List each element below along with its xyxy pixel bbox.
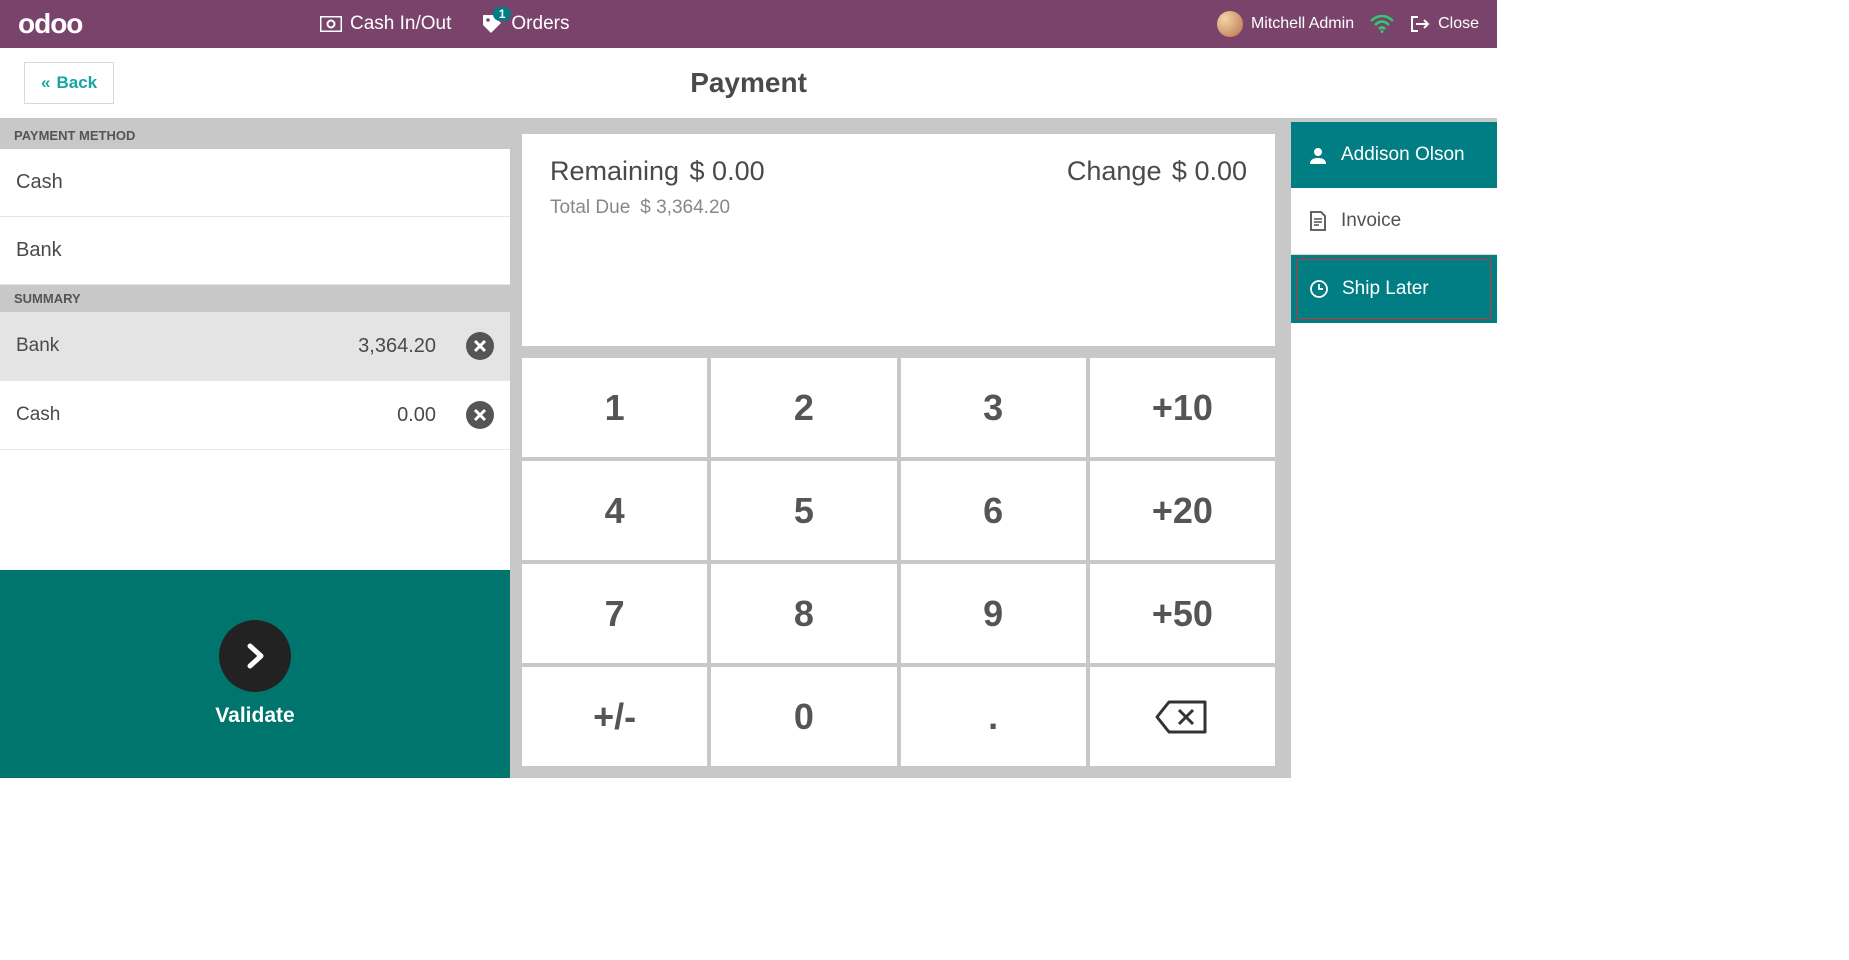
chevron-right-icon — [219, 620, 291, 692]
orders-icon-wrap: 1 — [481, 13, 503, 35]
ship-later-button[interactable]: Ship Later — [1291, 255, 1497, 323]
user-name-label: Mitchell Admin — [1251, 15, 1354, 33]
remaining-label: Remaining — [550, 156, 679, 186]
document-icon — [1309, 211, 1327, 231]
page-title: Payment — [690, 67, 807, 99]
numpad-dot[interactable]: . — [901, 667, 1086, 766]
user-menu[interactable]: Mitchell Admin — [1217, 11, 1354, 37]
close-icon — [473, 408, 487, 422]
left-column: PAYMENT METHOD Cash Bank SUMMARY Bank 3,… — [0, 122, 510, 778]
numpad-5[interactable]: 5 — [711, 461, 896, 560]
numpad-plus50[interactable]: +50 — [1090, 564, 1275, 663]
summary-header: SUMMARY — [0, 285, 510, 312]
customer-name: Addison Olson — [1341, 144, 1465, 166]
numpad-6[interactable]: 6 — [901, 461, 1086, 560]
numpad-1[interactable]: 1 — [522, 358, 707, 457]
header-right: Mitchell Admin Close — [1217, 11, 1479, 37]
summary-amount: 3,364.20 — [358, 335, 436, 358]
user-icon — [1309, 146, 1327, 164]
clock-icon — [1310, 280, 1328, 298]
numpad-plus20[interactable]: +20 — [1090, 461, 1275, 560]
cash-in-out-button[interactable]: Cash In/Out — [320, 13, 451, 35]
orders-badge: 1 — [493, 7, 512, 21]
close-icon — [473, 339, 487, 353]
numpad-plus10[interactable]: +10 — [1090, 358, 1275, 457]
numpad-3[interactable]: 3 — [901, 358, 1086, 457]
change-label: Change — [1067, 156, 1162, 186]
numpad-7[interactable]: 7 — [522, 564, 707, 663]
back-button[interactable]: « Back — [24, 62, 114, 104]
numpad: 1 2 3 +10 4 5 6 +20 7 8 9 +50 +/- 0 . — [522, 358, 1275, 766]
payment-method-cash[interactable]: Cash — [0, 149, 510, 217]
summary-amount: 0.00 — [397, 404, 436, 427]
validate-label: Validate — [215, 704, 294, 728]
delete-line-button[interactable] — [466, 332, 494, 360]
numpad-2[interactable]: 2 — [711, 358, 896, 457]
invoice-label: Invoice — [1341, 210, 1401, 232]
main: PAYMENT METHOD Cash Bank SUMMARY Bank 3,… — [0, 122, 1497, 778]
payment-method-bank[interactable]: Bank — [0, 217, 510, 285]
change-value: $ 0.00 — [1172, 156, 1247, 186]
app-header: odoo Cash In/Out 1 Orders Mitchell Admin — [0, 0, 1497, 48]
orders-label: Orders — [511, 13, 569, 35]
center-column: Remaining $ 0.00 Change $ 0.00 Total Due… — [510, 122, 1287, 778]
orders-button[interactable]: 1 Orders — [481, 13, 569, 35]
summary-label: Cash — [16, 404, 397, 426]
summary-label: Bank — [16, 335, 358, 357]
chevron-left-icon: « — [41, 73, 50, 93]
cash-icon — [320, 16, 342, 32]
ship-later-label: Ship Later — [1342, 278, 1429, 300]
numpad-8[interactable]: 8 — [711, 564, 896, 663]
backspace-icon — [1155, 699, 1209, 735]
sign-out-icon — [1410, 15, 1430, 33]
numpad-9[interactable]: 9 — [901, 564, 1086, 663]
remaining-value: $ 0.00 — [690, 156, 765, 186]
cash-in-out-label: Cash In/Out — [350, 13, 451, 35]
header-center: Cash In/Out 1 Orders — [320, 13, 569, 35]
customer-button[interactable]: Addison Olson — [1291, 122, 1497, 188]
payment-status-panel: Remaining $ 0.00 Change $ 0.00 Total Due… — [522, 134, 1275, 346]
subheader: « Back Payment — [0, 48, 1497, 122]
payment-method-header: PAYMENT METHOD — [0, 122, 510, 149]
invoice-button[interactable]: Invoice — [1291, 188, 1497, 255]
summary-row-cash[interactable]: Cash 0.00 — [0, 381, 510, 450]
odoo-logo[interactable]: odoo — [18, 8, 82, 40]
numpad-plusminus[interactable]: +/- — [522, 667, 707, 766]
wifi-icon — [1370, 15, 1394, 33]
numpad-0[interactable]: 0 — [711, 667, 896, 766]
numpad-4[interactable]: 4 — [522, 461, 707, 560]
close-label: Close — [1438, 15, 1479, 33]
back-label: Back — [56, 73, 97, 93]
validate-button[interactable]: Validate — [0, 570, 510, 778]
numpad-backspace[interactable] — [1090, 667, 1275, 766]
right-column: Addison Olson Invoice Ship Later — [1287, 122, 1497, 778]
avatar — [1217, 11, 1243, 37]
close-button[interactable]: Close — [1410, 15, 1479, 33]
delete-line-button[interactable] — [466, 401, 494, 429]
total-due-label: Total Due — [550, 197, 630, 219]
total-due-value: $ 3,364.20 — [640, 197, 730, 219]
summary-row-bank[interactable]: Bank 3,364.20 — [0, 312, 510, 381]
